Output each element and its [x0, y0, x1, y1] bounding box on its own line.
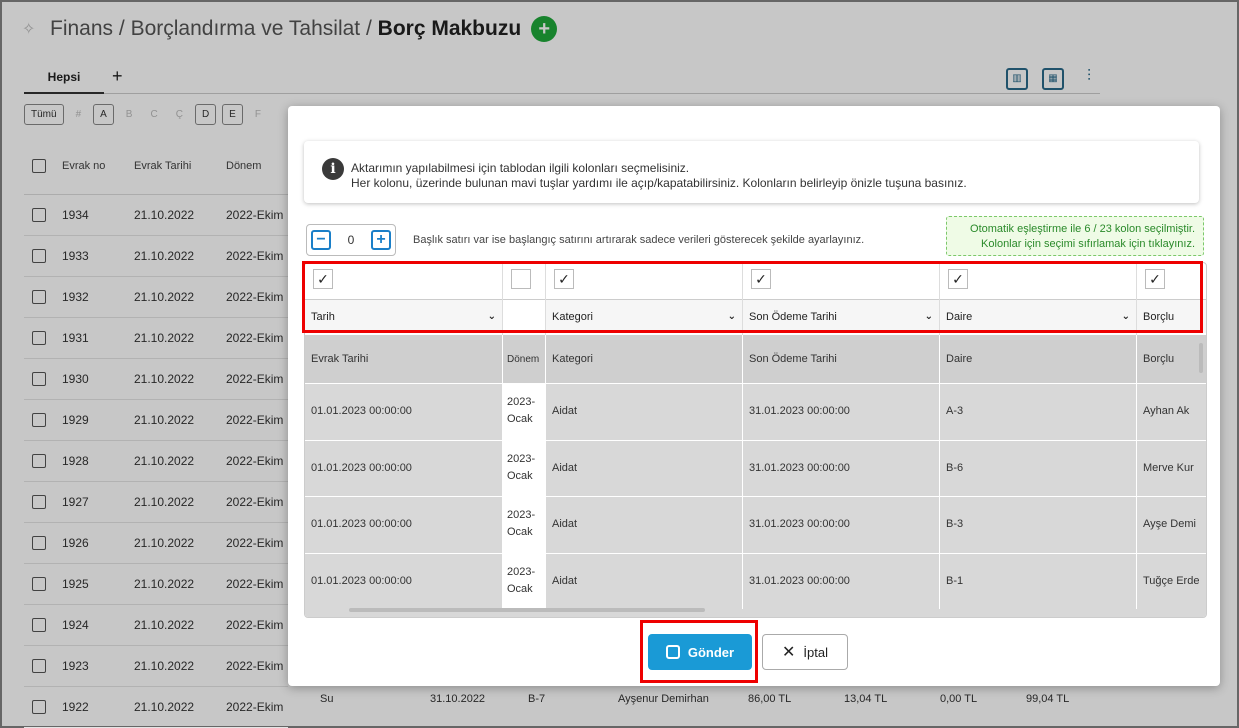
column-include-checkbox[interactable]: ✓ — [751, 269, 771, 289]
chevron-down-icon: ⌄ — [924, 311, 933, 322]
preview-header-cell: Daire — [940, 335, 1137, 383]
preview-cell: Aidat — [546, 383, 743, 440]
preview-cell: Tuğçe Erde — [1137, 553, 1206, 610]
preview-header-cell: Borçlu — [1137, 335, 1206, 383]
preview-header-cell: Son Ödeme Tarihi — [743, 335, 940, 383]
column-mapping-cell: ✓ Tarih ⌄ — [305, 263, 503, 335]
preview-cell: 31.01.2023 00:00:00 — [743, 383, 940, 440]
preview-cell: Ayhan Ak — [1137, 383, 1206, 440]
preview-cell: 31.01.2023 00:00:00 — [743, 439, 940, 496]
preview-cell: 2023-Ocak — [503, 439, 546, 496]
column-mapping-select[interactable]: Tarih ⌄ — [305, 299, 502, 333]
preview-cell: 31.01.2023 00:00:00 — [743, 552, 940, 609]
preview-cell: 31.01.2023 00:00:00 — [743, 496, 940, 553]
preview-cell: 01.01.2023 00:00:00 — [305, 496, 503, 553]
column-include-checkbox[interactable]: ✓ — [948, 269, 968, 289]
stepper-value[interactable]: 0 — [348, 233, 355, 247]
auto-match-text: Otomatik eşleştirme ile 6 / 23 kolon seç… — [970, 223, 1195, 235]
preview-cell: Merve Kur — [1137, 440, 1206, 497]
auto-match-notice[interactable]: Otomatik eşleştirme ile 6 / 23 kolon seç… — [946, 216, 1204, 256]
chevron-down-icon: ⌄ — [727, 311, 736, 322]
column-mapping-cell: ✓ Kategori ⌄ — [546, 263, 743, 335]
info-line-1: Aktarımın yapılabilmesi için tablodan il… — [351, 161, 690, 175]
preview-cell: B-3 — [940, 496, 1137, 553]
column-include-checkbox[interactable]: ✓ — [313, 269, 333, 289]
chevron-down-icon: ⌄ — [1121, 311, 1130, 322]
column-mapping-row: ✓ Tarih ⌄ ✓ Kategori ⌄ ✓ Son Ödeme Tarihi ⌄ ✓ Dair… — [305, 263, 1206, 335]
horizontal-scrollbar[interactable] — [349, 608, 705, 612]
column-mapping-cell: ✓ Daire ⌄ — [940, 263, 1137, 335]
preview-cell: A-3 — [940, 383, 1137, 440]
column-mapping-cell — [503, 263, 546, 335]
info-box: i Aktarımın yapılabilmesi için tablodan … — [304, 141, 1199, 203]
save-icon — [665, 645, 680, 659]
preview-cell: 01.01.2023 00:00:00 — [305, 383, 503, 440]
send-label: Gönder — [687, 644, 735, 660]
import-modal: i Aktarımın yapılabilmesi için tablodan … — [288, 106, 1220, 686]
column-mapping-cell: ✓ Borçlu — [1137, 263, 1206, 335]
info-icon: i — [322, 158, 344, 180]
column-mapping-select[interactable]: Son Ödeme Tarihi ⌄ — [743, 299, 939, 333]
reset-selection-link[interactable]: Kolonlar için seçimi sıfırlamak için tık… — [955, 237, 1195, 252]
column-mapping-select[interactable] — [503, 299, 545, 333]
preview-cell: B-1 — [940, 552, 1137, 609]
preview-data: Evrak Tarihi Dönem Kategori Son Ödeme Tarih… — [305, 335, 1206, 617]
preview-cell: B-6 — [940, 439, 1137, 496]
preview-cell: Ayşe Demi — [1137, 496, 1206, 553]
send-button[interactable]: Gönder — [648, 634, 752, 670]
cancel-label: İptal — [803, 644, 828, 660]
preview-cell: Aidat — [546, 552, 743, 609]
chevron-down-icon: ⌄ — [487, 311, 496, 322]
preview-cell: 01.01.2023 00:00:00 — [305, 439, 503, 496]
column-mapping-cell: ✓ Son Ödeme Tarihi ⌄ — [743, 263, 940, 335]
stepper-hint: Başlık satırı var ise başlangıç satırını… — [413, 234, 865, 246]
preview-grid: ✓ Tarih ⌄ ✓ Kategori ⌄ ✓ Son Ödeme Tarihi ⌄ ✓ Dair… — [304, 262, 1207, 618]
column-include-checkbox[interactable] — [511, 269, 531, 289]
cancel-button[interactable]: ✕ İptal — [762, 634, 848, 670]
column-mapping-value: Son Ödeme Tarihi — [749, 310, 837, 323]
vertical-scrollbar[interactable] — [1199, 343, 1203, 373]
info-line-2: Her kolonu, üzerinde bulunan mavi tuşlar… — [351, 176, 967, 190]
preview-cell: 01.01.2023 00:00:00 — [305, 552, 503, 609]
column-mapping-value: Kategori — [552, 310, 593, 323]
column-mapping-select[interactable]: Borçlu — [1137, 299, 1206, 333]
preview-cell: 2023-Ocak — [503, 383, 546, 440]
preview-cell: Aidat — [546, 496, 743, 553]
preview-cell: Aidat — [546, 439, 743, 496]
preview-header-cell: Dönem — [503, 335, 546, 383]
column-mapping-select[interactable]: Daire ⌄ — [940, 299, 1136, 333]
column-include-checkbox[interactable]: ✓ — [554, 269, 574, 289]
column-mapping-value: Borçlu — [1143, 310, 1175, 323]
column-mapping-value: Tarih — [311, 310, 335, 323]
preview-cell: 2023-Ocak — [503, 552, 546, 609]
start-row-stepper: − 0 + — [306, 224, 396, 256]
decrement-button[interactable]: − — [311, 230, 331, 250]
column-mapping-value: Daire — [946, 310, 973, 323]
preview-cell: 2023-Ocak — [503, 496, 546, 553]
preview-header-cell: Kategori — [546, 335, 743, 383]
increment-button[interactable]: + — [371, 230, 391, 250]
column-include-checkbox[interactable]: ✓ — [1145, 269, 1165, 289]
close-icon: ✕ — [782, 644, 796, 661]
preview-header-cell: Evrak Tarihi — [305, 335, 503, 383]
column-mapping-select[interactable]: Kategori ⌄ — [546, 299, 742, 333]
